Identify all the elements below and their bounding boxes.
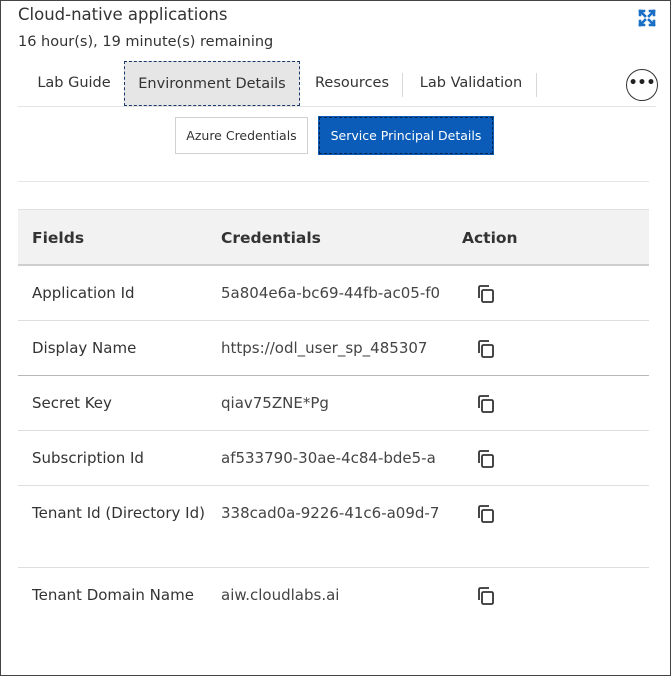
field-name: Application Id (32, 284, 135, 302)
tab-lab-validation[interactable]: Lab Validation (408, 61, 534, 106)
field-name: Tenant Id (Directory Id) (32, 504, 205, 522)
copy-icon[interactable] (476, 394, 496, 414)
copy-icon[interactable] (476, 284, 496, 304)
table-row: Application Id 5a804e6a-bc69-44fb-ac05-f… (18, 266, 649, 321)
header-fields: Fields (32, 229, 85, 247)
divider (18, 181, 649, 182)
copy-icon[interactable] (476, 449, 496, 469)
azure-credentials-button[interactable]: Azure Credentials (175, 117, 308, 154)
table-header: Fields Credentials Action (18, 209, 649, 266)
tab-divider (536, 73, 537, 97)
header-credentials: Credentials (221, 229, 321, 247)
credentials-table: Fields Credentials Action Application Id… (18, 209, 649, 650)
table-row: Tenant Id (Directory Id) 338cad0a-9226-4… (18, 486, 649, 568)
header-action: Action (462, 229, 518, 247)
table-row: Secret Key qiav75ZNE*Pg (18, 376, 649, 431)
field-name: Secret Key (32, 394, 112, 412)
lab-panel: Cloud-native applications 16 hour(s), 19… (0, 0, 671, 676)
copy-icon[interactable] (476, 504, 496, 524)
more-options-button[interactable]: ••• (626, 69, 658, 101)
service-principal-details-button[interactable]: Service Principal Details (319, 117, 493, 154)
credential-value: 338cad0a-9226-41c6-a09d-7 (221, 504, 440, 522)
tab-divider (402, 73, 403, 97)
lab-title: Cloud-native applications (18, 5, 228, 24)
table-row: Display Name https://odl_user_sp_485307 (18, 321, 649, 376)
table-row: Subscription Id af533790-30ae-4c84-bde5-… (18, 431, 649, 486)
expand-icon[interactable] (637, 8, 657, 28)
copy-icon[interactable] (476, 339, 496, 359)
credential-value: 5a804e6a-bc69-44fb-ac05-f0 (221, 284, 441, 302)
copy-icon[interactable] (476, 586, 496, 606)
field-name: Display Name (32, 339, 137, 357)
field-name: Subscription Id (32, 449, 144, 467)
field-name: Tenant Domain Name (32, 586, 194, 604)
credential-value: https://odl_user_sp_485307 (221, 339, 428, 357)
time-remaining: 16 hour(s), 19 minute(s) remaining (18, 34, 274, 50)
tab-lab-guide[interactable]: Lab Guide (22, 61, 126, 106)
credential-value: aiw.cloudlabs.ai (221, 586, 340, 604)
tab-bar: Lab Guide Environment Details Resources … (18, 61, 656, 107)
ellipsis-icon: ••• (628, 75, 656, 91)
tab-resources[interactable]: Resources (306, 61, 398, 106)
table-row: Tenant Domain Name aiw.cloudlabs.ai (18, 568, 649, 650)
credential-value: af533790-30ae-4c84-bde5-a (221, 449, 436, 467)
credential-value: qiav75ZNE*Pg (221, 394, 329, 412)
tab-environment-details[interactable]: Environment Details (124, 61, 300, 106)
